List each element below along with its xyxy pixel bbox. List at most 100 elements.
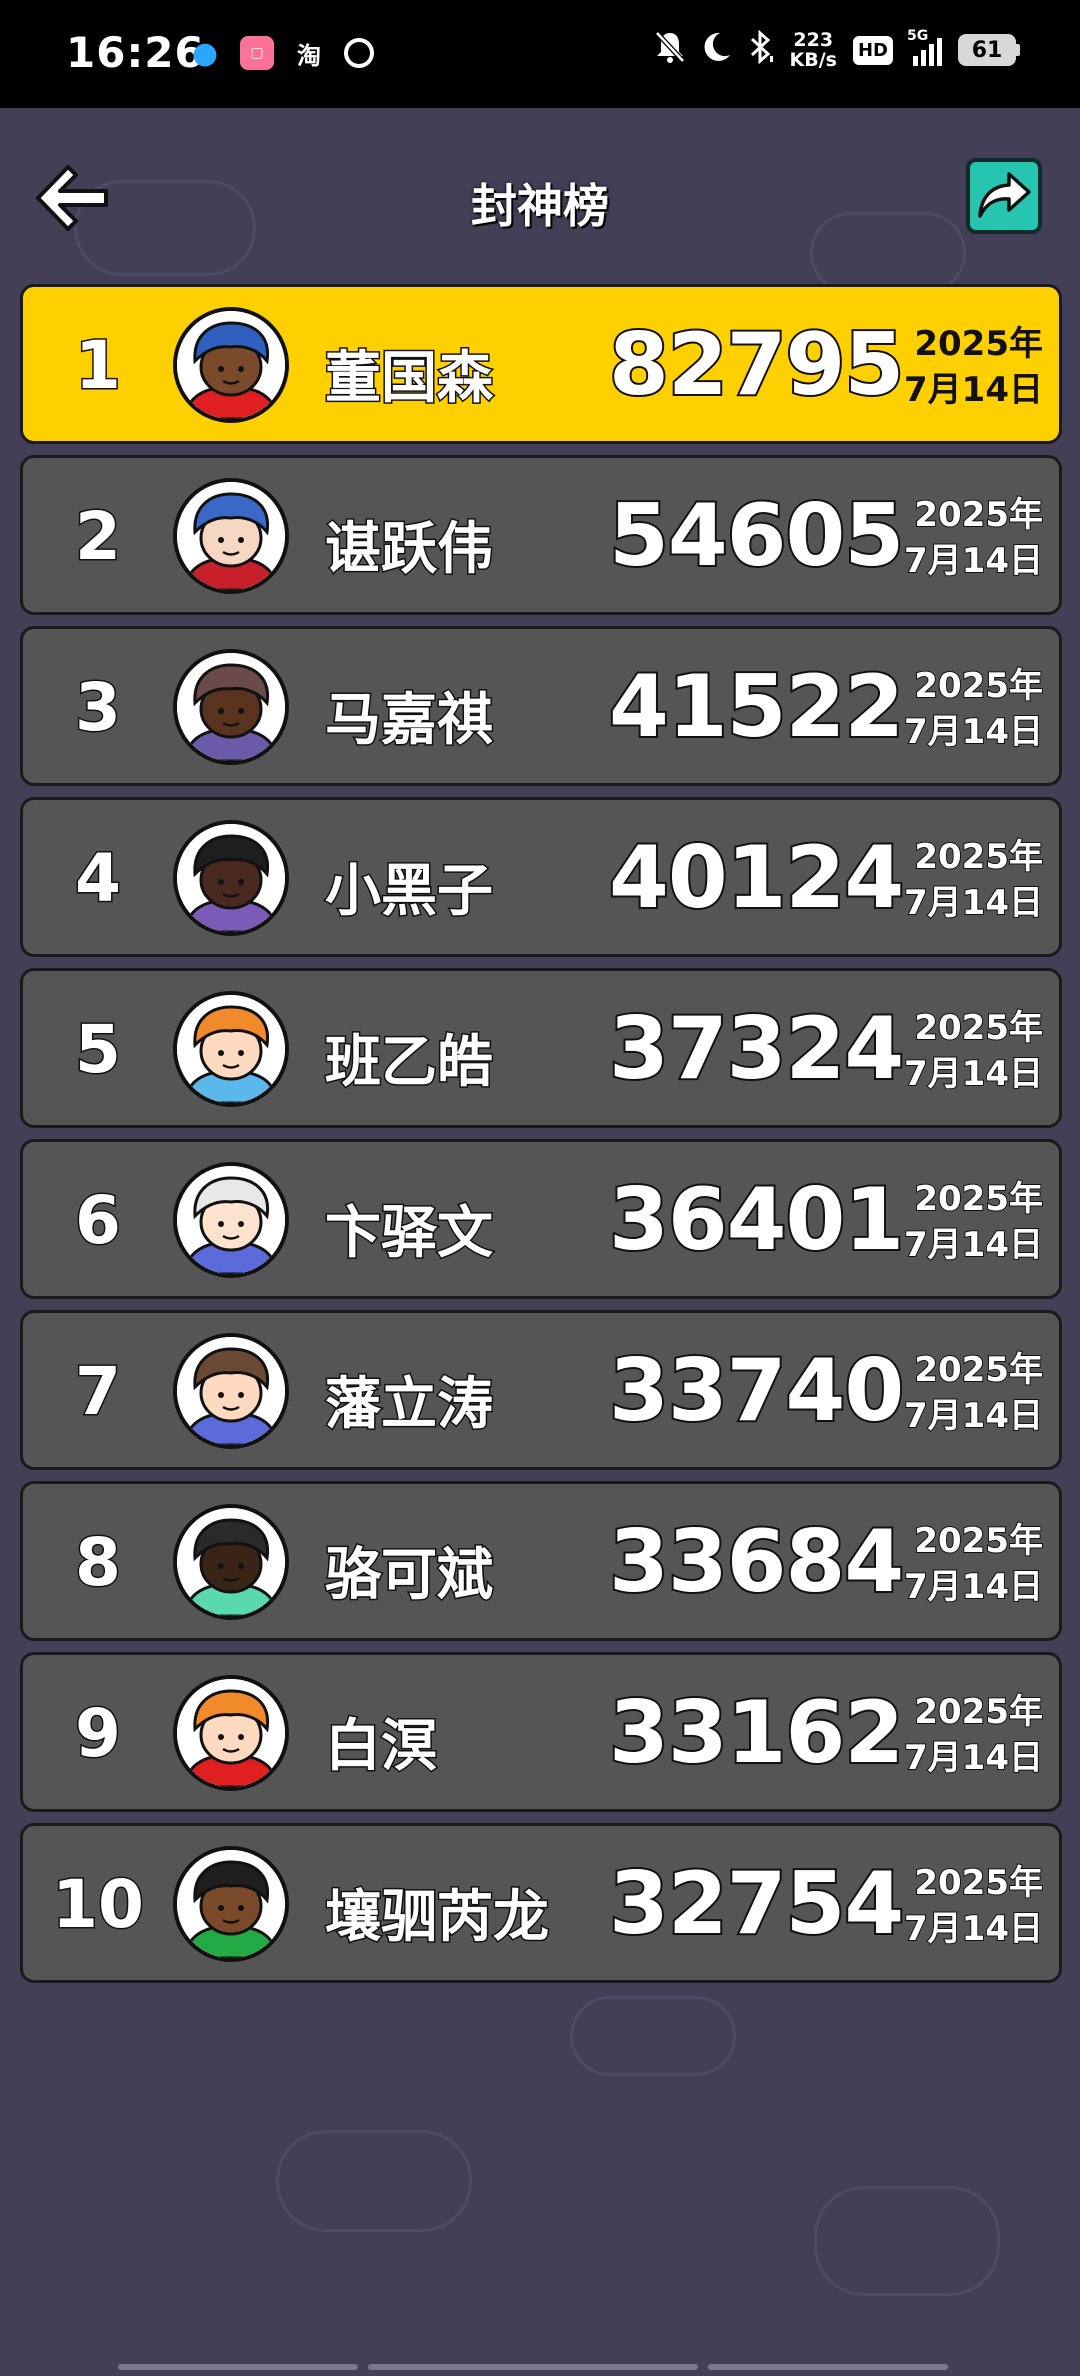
taobao-icon: 淘 bbox=[297, 41, 321, 70]
record-date-day: 7月14日 bbox=[903, 1566, 1044, 1608]
player-avatar bbox=[173, 1333, 289, 1449]
player-name: 董国森 bbox=[324, 345, 495, 413]
record-date: 2025年 7月14日 bbox=[893, 1518, 1044, 1610]
player-avatar bbox=[173, 1846, 289, 1962]
leaderboard-row: 6 卞驿文 36401 2025年 7月14日 bbox=[20, 1139, 1062, 1299]
rank-number: 4 bbox=[74, 839, 123, 919]
moon-icon bbox=[702, 31, 732, 69]
leaderboard-list: 1 董国森 82795 2025年 7月14日 2 谌跃伟 54605 2025年 7月14日 3 马… bbox=[20, 284, 1062, 1994]
hd-badge: HD bbox=[852, 35, 893, 65]
record-date: 2025年 7月14日 bbox=[893, 321, 1043, 413]
player-score: 41522 bbox=[607, 655, 906, 759]
rank-number: 9 bbox=[74, 1694, 123, 1774]
player-name: 马嘉祺 bbox=[324, 687, 495, 755]
signal-icon: 5G bbox=[907, 28, 942, 66]
player-score: 33162 bbox=[607, 1681, 906, 1785]
bilibili-icon: ▢ bbox=[240, 36, 274, 70]
record-date: 2025年 7月14日 bbox=[893, 1689, 1044, 1781]
player-score: 32754 bbox=[607, 1852, 906, 1956]
rank-number: 2 bbox=[74, 497, 123, 577]
leaderboard-row: 1 董国森 82795 2025年 7月14日 bbox=[20, 284, 1062, 444]
record-date-day: 7月14日 bbox=[903, 1395, 1044, 1437]
player-score: 33740 bbox=[607, 1339, 906, 1443]
qq-icon: ● bbox=[191, 35, 219, 71]
record-date-year: 2025年 bbox=[913, 1862, 1044, 1904]
network-speed-unit: KB/s bbox=[789, 49, 837, 71]
record-date-year: 2025年 bbox=[913, 494, 1044, 536]
rank-number: 7 bbox=[74, 1352, 123, 1432]
bluetooth-icon bbox=[748, 29, 774, 70]
player-name: 谌跃伟 bbox=[324, 516, 495, 584]
player-name: 白溟 bbox=[324, 1713, 439, 1781]
background-cloud bbox=[570, 1996, 736, 2076]
player-name: 卞驿文 bbox=[324, 1200, 495, 1268]
record-date-year: 2025年 bbox=[913, 665, 1044, 707]
record-date-year: 2025年 bbox=[914, 324, 1043, 364]
rank-number: 10 bbox=[51, 1865, 146, 1945]
battery-icon: 61 bbox=[958, 34, 1020, 66]
player-avatar bbox=[173, 1675, 289, 1791]
record-date-year: 2025年 bbox=[913, 1178, 1044, 1220]
loop-icon bbox=[338, 32, 380, 74]
network-speed-value: 223 bbox=[793, 29, 834, 51]
player-avatar bbox=[173, 307, 289, 423]
record-date-year: 2025年 bbox=[913, 1349, 1044, 1391]
background-cloud bbox=[814, 2186, 1000, 2296]
record-date-year: 2025年 bbox=[913, 1691, 1044, 1733]
status-bar: 16:26 ● ▢ 淘 223 KB/s HD 5G 61 bbox=[0, 0, 1080, 108]
leaderboard-row: 2 谌跃伟 54605 2025年 7月14日 bbox=[20, 455, 1062, 615]
player-score: 54605 bbox=[607, 484, 906, 588]
leaderboard-row: 3 马嘉祺 41522 2025年 7月14日 bbox=[20, 626, 1062, 786]
record-date-day: 7月14日 bbox=[903, 1053, 1044, 1095]
player-score: 33684 bbox=[607, 1510, 906, 1614]
player-name: 壤驷芮龙 bbox=[324, 1884, 551, 1952]
system-status: 223 KB/s HD 5G 61 bbox=[654, 28, 1020, 71]
player-avatar bbox=[173, 991, 289, 1107]
player-score: 36401 bbox=[607, 1168, 906, 1272]
rank-number: 1 bbox=[74, 326, 123, 406]
player-name: 骆可斌 bbox=[324, 1542, 495, 1610]
record-date: 2025年 7月14日 bbox=[893, 1860, 1044, 1952]
leaderboard-row: 9 白溟 33162 2025年 7月14日 bbox=[20, 1652, 1062, 1812]
player-score: 37324 bbox=[607, 997, 906, 1101]
player-avatar bbox=[173, 1162, 289, 1278]
record-date-year: 2025年 bbox=[913, 836, 1044, 878]
record-date-day: 7月14日 bbox=[903, 711, 1044, 753]
record-date: 2025年 7月14日 bbox=[893, 1347, 1044, 1439]
record-date: 2025年 7月14日 bbox=[893, 834, 1044, 926]
record-date-day: 7月14日 bbox=[903, 882, 1044, 924]
rank-number: 3 bbox=[74, 668, 123, 748]
player-avatar bbox=[173, 478, 289, 594]
record-date-day: 7月14日 bbox=[903, 540, 1044, 582]
record-date: 2025年 7月14日 bbox=[893, 492, 1044, 584]
record-date: 2025年 7月14日 bbox=[893, 1176, 1044, 1268]
player-name: 小黑子 bbox=[324, 858, 495, 926]
leaderboard-row: 5 班乙皓 37324 2025年 7月14日 bbox=[20, 968, 1062, 1128]
share-arrow-icon bbox=[978, 172, 1031, 218]
network-label: 5G bbox=[907, 28, 929, 44]
record-date-day: 7月14日 bbox=[903, 1908, 1044, 1950]
record-date-day: 7月14日 bbox=[904, 370, 1043, 410]
player-score: 40124 bbox=[607, 826, 906, 930]
battery-level: 61 bbox=[958, 34, 1016, 66]
rank-number: 8 bbox=[74, 1523, 123, 1603]
player-score: 82795 bbox=[607, 313, 906, 417]
notification-icons: ● ▢ 淘 bbox=[188, 32, 380, 74]
player-avatar bbox=[173, 649, 289, 765]
record-date-day: 7月14日 bbox=[903, 1224, 1044, 1266]
player-avatar bbox=[173, 820, 289, 936]
leaderboard-row: 10 壤驷芮龙 32754 2025年 7月14日 bbox=[20, 1823, 1062, 1983]
status-time: 16:26 bbox=[66, 28, 205, 77]
player-name: 班乙皓 bbox=[324, 1029, 495, 1097]
record-date: 2025年 7月14日 bbox=[893, 1005, 1044, 1097]
share-button[interactable] bbox=[966, 158, 1042, 234]
player-avatar bbox=[173, 1504, 289, 1620]
leaderboard-row: 4 小黑子 40124 2025年 7月14日 bbox=[20, 797, 1062, 957]
leaderboard-row: 7 藩立涛 33740 2025年 7月14日 bbox=[20, 1310, 1062, 1470]
background-cloud bbox=[276, 2130, 472, 2232]
record-date: 2025年 7月14日 bbox=[893, 663, 1044, 755]
record-date-year: 2025年 bbox=[913, 1520, 1044, 1562]
bottom-tab-hint bbox=[118, 2364, 948, 2370]
page-title: 封神榜 bbox=[471, 179, 609, 233]
record-date-year: 2025年 bbox=[913, 1007, 1044, 1049]
